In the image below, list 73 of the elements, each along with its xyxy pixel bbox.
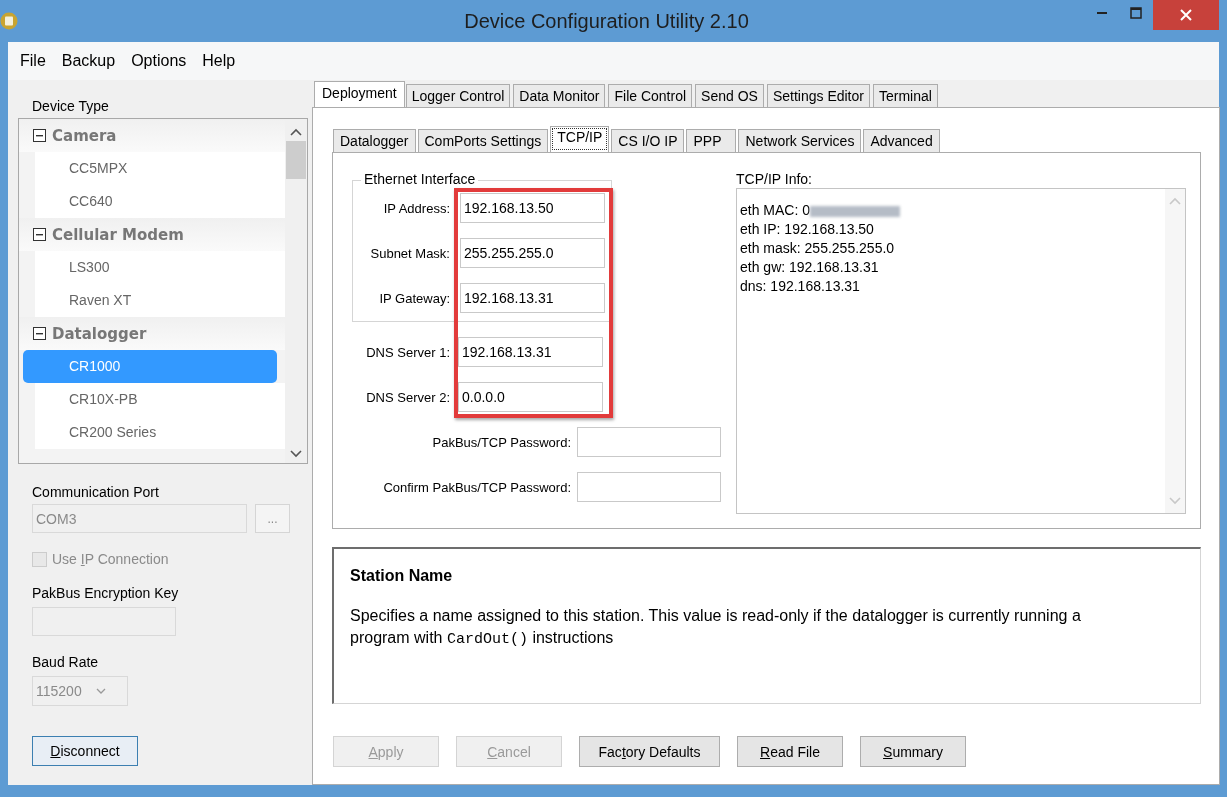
input-field[interactable]: 192.168.13.31 — [458, 337, 603, 367]
menu-item[interactable]: Help — [194, 52, 244, 70]
field-label: Communication Port — [32, 483, 160, 502]
tab[interactable]: CS I/O IP — [611, 129, 685, 152]
field-label: IP Address: — [382, 200, 450, 216]
close-button[interactable] — [1153, 0, 1219, 30]
app-icon — [0, 12, 18, 30]
field-label: PakBus/TCP Password: — [431, 434, 571, 450]
field-label: PakBus Encryption Key — [32, 584, 180, 603]
field-label: DNS Server 2: — [365, 389, 450, 405]
field-label: Confirm PakBus/TCP Password: — [382, 479, 571, 495]
field-label: TCP/IP Info: — [736, 170, 813, 188]
field-label: DNS Server 1: — [365, 344, 450, 360]
tab[interactable]: Datalogger — [333, 129, 416, 152]
input-field[interactable]: 255.255.255.0 — [460, 238, 605, 268]
tab[interactable]: Advanced — [863, 129, 940, 152]
collapse-icon[interactable] — [33, 129, 46, 142]
info-line: eth gw: 192.168.13.31 — [740, 259, 879, 275]
info-line: eth MAC: 0 — [740, 202, 811, 218]
input-field[interactable]: 192.168.13.50 — [460, 193, 605, 223]
device-item[interactable]: CR200 Series — [35, 416, 285, 449]
field-label: IP Gateway: — [378, 290, 450, 306]
collapse-icon[interactable] — [33, 228, 46, 241]
scroll-up-icon — [1169, 197, 1181, 205]
disconnect-button[interactable]: Disconnect — [32, 736, 138, 766]
input-field[interactable]: 192.168.13.31 — [460, 283, 605, 313]
info-line: eth mask: 255.255.255.0 — [740, 240, 895, 256]
input-field[interactable]: 0.0.0.0 — [458, 382, 603, 412]
scroll-thumb[interactable] — [286, 141, 306, 179]
group-title: Ethernet Interface — [361, 171, 479, 187]
button[interactable]: Summary — [860, 736, 966, 767]
tab[interactable]: Network Services — [738, 129, 862, 152]
dropdown-value: 115200 — [36, 683, 82, 699]
password-field[interactable] — [577, 427, 721, 457]
tab[interactable]: File Control — [608, 84, 693, 107]
tab[interactable]: Send OS — [695, 84, 764, 107]
field-label: Subnet Mask: — [369, 245, 450, 261]
tab[interactable]: Terminal — [872, 84, 938, 107]
minimize-icon — [1097, 12, 1107, 14]
info-line: eth IP: 192.168.13.50 — [740, 221, 874, 237]
device-item[interactable]: CC640 — [35, 185, 285, 218]
scroll-down-icon — [1169, 497, 1181, 505]
device-item[interactable]: CR10X-PB — [35, 383, 285, 416]
tab[interactable]: Settings Editor — [766, 84, 870, 107]
info-line: dns: 192.168.13.31 — [740, 278, 860, 294]
close-icon — [1180, 9, 1192, 21]
field-label: Baud Rate — [32, 653, 100, 672]
tab[interactable]: TCP/IP — [550, 126, 610, 152]
window-title: Device Configuration Utility 2.10 — [463, 9, 750, 33]
device-item[interactable]: CC5MPX — [35, 152, 285, 185]
tab[interactable]: Data Monitor — [513, 84, 606, 107]
scroll-up-icon — [290, 127, 302, 137]
tab[interactable]: Deployment — [314, 81, 405, 107]
menu-item[interactable]: Backup — [53, 52, 124, 70]
section-label: Device Type — [32, 97, 110, 116]
maximize-icon — [1130, 7, 1142, 19]
password-field[interactable] — [577, 472, 721, 502]
button[interactable]: Read File — [737, 736, 843, 767]
menu-item[interactable]: Options — [123, 52, 195, 70]
scroll-down-icon — [290, 449, 302, 459]
tab[interactable]: ComPorts Settings — [417, 129, 549, 152]
collapse-icon[interactable] — [33, 327, 46, 340]
tab[interactable]: PPP — [686, 129, 737, 152]
caret-icon — [95, 688, 106, 694]
tab[interactable]: Logger Control — [405, 84, 511, 107]
help-text: Specifies a name assigned to this station. This value is read-only if the datalogger is currently running a program with CardOut() instructions — [350, 606, 1082, 650]
menu-item[interactable]: File — [12, 52, 54, 70]
button[interactable]: Factory Defaults — [579, 736, 720, 767]
device-item[interactable]: LS300 — [35, 251, 285, 284]
scrollbar[interactable] — [1165, 189, 1185, 513]
device-item[interactable]: Raven XT — [35, 284, 285, 317]
help-title: Station Name — [350, 567, 454, 586]
group-label[interactable]: Camera — [52, 126, 117, 145]
